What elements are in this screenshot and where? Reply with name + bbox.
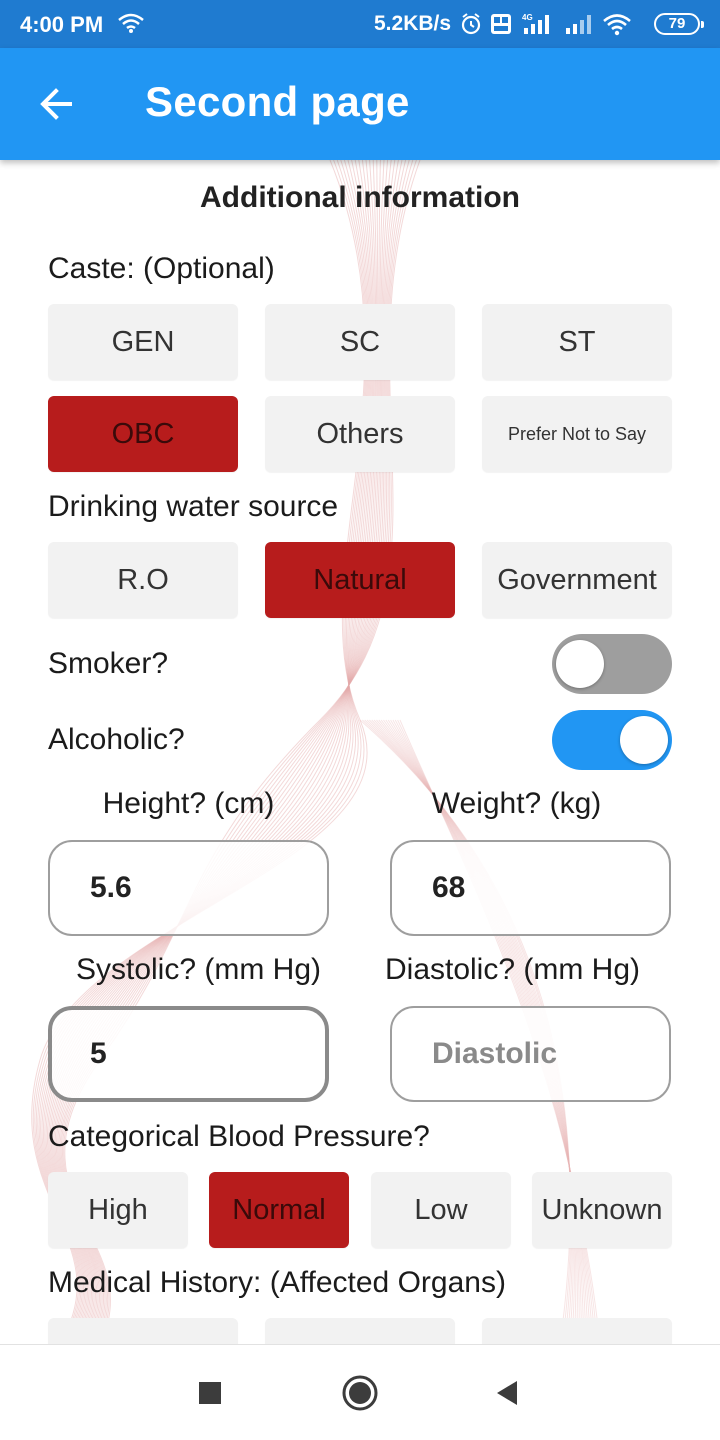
alcoholic-label: Alcoholic? — [48, 723, 185, 756]
wifi-icon — [603, 14, 631, 36]
bp-option-high[interactable]: High — [48, 1172, 188, 1248]
caste-option-obc[interactable]: OBC — [48, 396, 238, 472]
toggle-knob — [620, 716, 668, 764]
bp-option-low[interactable]: Low — [371, 1172, 511, 1248]
svg-text:4G: 4G — [522, 13, 533, 22]
home-button[interactable] — [340, 1373, 380, 1413]
systolic-label: Systolic? (mm Hg) — [75, 953, 322, 986]
system-nav-bar — [0, 1344, 720, 1440]
height-label: Height? (cm) — [102, 787, 275, 820]
smoker-label: Smoker? — [48, 647, 169, 680]
medical-history-label: Medical History: (Affected Organs) — [48, 1266, 506, 1299]
smoker-toggle[interactable] — [552, 634, 672, 694]
back-nav-button[interactable] — [486, 1373, 526, 1413]
caste-option-st[interactable]: ST — [482, 304, 672, 380]
battery-level: 79 — [668, 15, 686, 32]
status-time: 4:00 PM — [20, 12, 104, 37]
water-option-ro[interactable]: R.O — [48, 542, 238, 618]
alcoholic-toggle[interactable] — [552, 710, 672, 770]
back-button[interactable] — [28, 76, 84, 132]
medical-history-option[interactable] — [265, 1318, 455, 1344]
section-heading: Additional information — [200, 181, 520, 214]
caste-option-sc[interactable]: SC — [265, 304, 455, 380]
caste-option-gen[interactable]: GEN — [48, 304, 238, 380]
diastolic-label: Diastolic? (mm Hg) — [384, 953, 641, 986]
status-bar: 4:00 PM 5.2KB/s 4G 79 — [0, 0, 720, 48]
diastolic-input[interactable]: Diastolic — [390, 1006, 671, 1102]
weight-input[interactable]: 68 — [390, 840, 671, 936]
medical-history-option[interactable] — [48, 1318, 238, 1344]
4g-signal-icon: 4G — [522, 13, 549, 34]
page-title: Second page — [145, 78, 410, 125]
caste-label: Caste: (Optional) — [48, 252, 275, 285]
status-icons: 4G — [460, 10, 632, 38]
recents-square-icon — [199, 1382, 221, 1404]
bp-category-label: Categorical Blood Pressure? — [48, 1120, 430, 1153]
caste-option-others[interactable]: Others — [265, 396, 455, 472]
home-circle-icon — [342, 1375, 378, 1411]
height-input[interactable]: 5.6 — [48, 840, 329, 936]
weight-label: Weight? (kg) — [431, 787, 602, 820]
water-option-natural[interactable]: Natural — [265, 542, 455, 618]
medical-history-option[interactable] — [482, 1318, 672, 1344]
alarm-icon — [461, 13, 481, 35]
recents-button[interactable] — [190, 1373, 230, 1413]
app-bar: Second page — [0, 48, 720, 160]
signal-icon — [566, 15, 591, 34]
form-content[interactable]: Additional information Caste: (Optional)… — [0, 160, 720, 1344]
systolic-input[interactable]: 5 — [48, 1006, 329, 1102]
water-option-government[interactable]: Government — [482, 542, 672, 618]
back-triangle-icon — [497, 1381, 517, 1405]
volte-icon — [491, 14, 511, 34]
network-speed: 5.2KB/s — [374, 12, 452, 35]
wifi-icon — [118, 13, 144, 33]
toggle-knob — [556, 640, 604, 688]
arrow-left-icon — [40, 88, 72, 120]
battery-icon: 79 — [654, 13, 704, 35]
water-source-label: Drinking water source — [48, 490, 339, 523]
bp-option-unknown[interactable]: Unknown — [532, 1172, 672, 1248]
bp-option-normal[interactable]: Normal — [209, 1172, 349, 1248]
caste-option-prefer-not-to-say[interactable]: Prefer Not to Say — [482, 396, 672, 472]
